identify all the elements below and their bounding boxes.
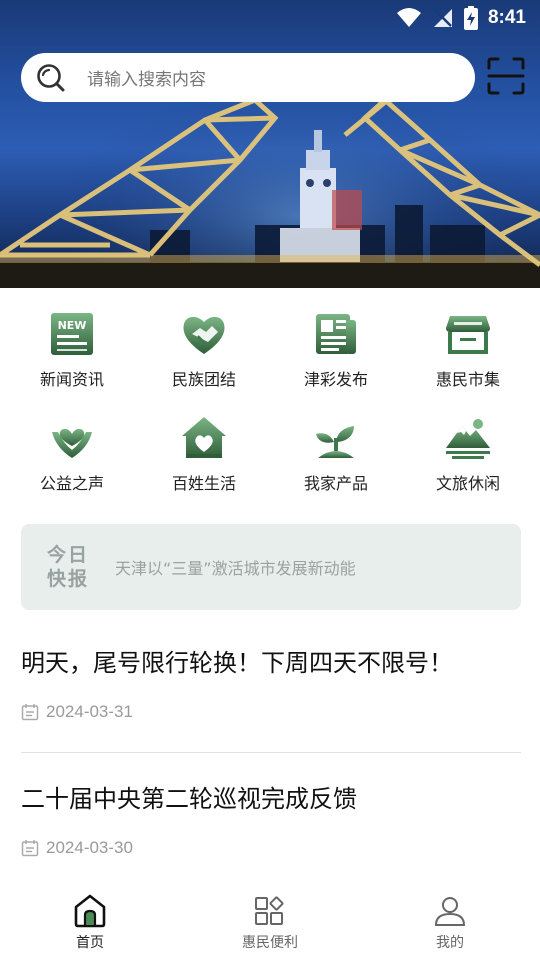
handshake-heart-icon [183, 316, 225, 354]
article-title[interactable]: 二十届中央第二轮巡视完成反馈 [21, 782, 521, 816]
grid-label: 我家产品 [303, 474, 368, 493]
search-placeholder: 请输入搜索内容 [87, 70, 206, 90]
hands-heart-icon [52, 428, 92, 458]
grid-label: 文旅休闲 [435, 474, 500, 493]
article-meta: 2024-03-30 [21, 838, 521, 858]
bulletin-tag-line: 快报 [46, 568, 89, 590]
calendar-icon [21, 840, 39, 857]
grid-label: 百姓生活 [171, 474, 236, 493]
search-icon [37, 63, 65, 91]
article-item[interactable]: 明天，尾号限行轮换！下周四天不限号！ 2024-03-31 [21, 646, 521, 722]
nav-label: 首页 [76, 935, 104, 951]
search-input[interactable]: 请输入搜索内容 [21, 53, 475, 102]
article-item[interactable]: 二十届中央第二轮巡视完成反馈 2024-03-30 [21, 782, 521, 858]
nav-label: 我的 [436, 935, 464, 951]
article-date: 2024-03-31 [46, 702, 133, 721]
grid-item-daily-life[interactable]: 百姓生活 [138, 408, 270, 512]
calendar-icon [21, 704, 39, 721]
grid-item-jincai-release[interactable]: 津彩发布 [270, 304, 402, 408]
grid-item-culture-tourism[interactable]: 文旅休闲 [402, 408, 534, 512]
grid-label: 公益之声 [39, 474, 104, 493]
mountain-icon [446, 419, 490, 459]
signal-off-icon [433, 9, 452, 27]
article-date: 2024-03-30 [46, 838, 133, 857]
status-bar: 8:41 [0, 0, 540, 36]
grid-label: 惠民市集 [435, 370, 500, 389]
grid-item-market[interactable]: 惠民市集 [402, 304, 534, 408]
bulletin-tag-line: 今日 [46, 544, 89, 566]
grid-item-products[interactable]: 我家产品 [270, 408, 402, 512]
battery-charging-icon [463, 6, 478, 30]
home-icon [74, 894, 106, 928]
newspaper-icon [316, 314, 356, 354]
article-meta: 2024-03-31 [21, 702, 521, 722]
grid-item-ethnic-unity[interactable]: 民族团结 [138, 304, 270, 408]
scan-icon[interactable] [486, 56, 526, 96]
bulletin-tag: 今日 快报 [21, 543, 115, 591]
nav-item-convenience[interactable]: 惠民便利 [180, 888, 360, 960]
hero-banner[interactable]: 8:41 请输入搜索内容 [0, 0, 540, 288]
divider [21, 752, 521, 753]
news-icon: NEW [51, 313, 93, 355]
today-bulletin[interactable]: 今日 快报 天津以“三量”激活城市发展新动能 [21, 524, 521, 610]
sprout-icon [316, 426, 354, 458]
home-heart-icon [182, 417, 226, 458]
store-icon [446, 316, 490, 354]
grid-item-charity[interactable]: 公益之声 [6, 408, 138, 512]
status-time: 8:41 [487, 7, 526, 28]
user-icon [434, 897, 466, 926]
grid-label: 新闻资讯 [39, 370, 104, 389]
svg-text:NEW: NEW [58, 319, 87, 332]
nav-item-me[interactable]: 我的 [360, 888, 540, 960]
bulletin-headline[interactable]: 天津以“三量”激活城市发展新动能 [115, 555, 356, 579]
bottom-nav: 首页 惠民便利 我的 [0, 888, 540, 960]
grid-label: 津彩发布 [303, 370, 368, 389]
grid-label: 民族团结 [171, 370, 236, 389]
grid-item-news[interactable]: NEW 新闻资讯 [6, 304, 138, 408]
article-title[interactable]: 明天，尾号限行轮换！下周四天不限号！ [21, 646, 521, 680]
nav-item-home[interactable]: 首页 [0, 888, 180, 960]
apps-icon [255, 896, 284, 925]
bridge-night-photo [0, 0, 540, 288]
wifi-icon [396, 8, 421, 27]
feature-grid: NEW 新闻资讯 民族团结 津彩发布 惠民市集 公益之声 百姓生活 我家产品 文… [6, 304, 534, 512]
nav-label: 惠民便利 [242, 935, 298, 951]
